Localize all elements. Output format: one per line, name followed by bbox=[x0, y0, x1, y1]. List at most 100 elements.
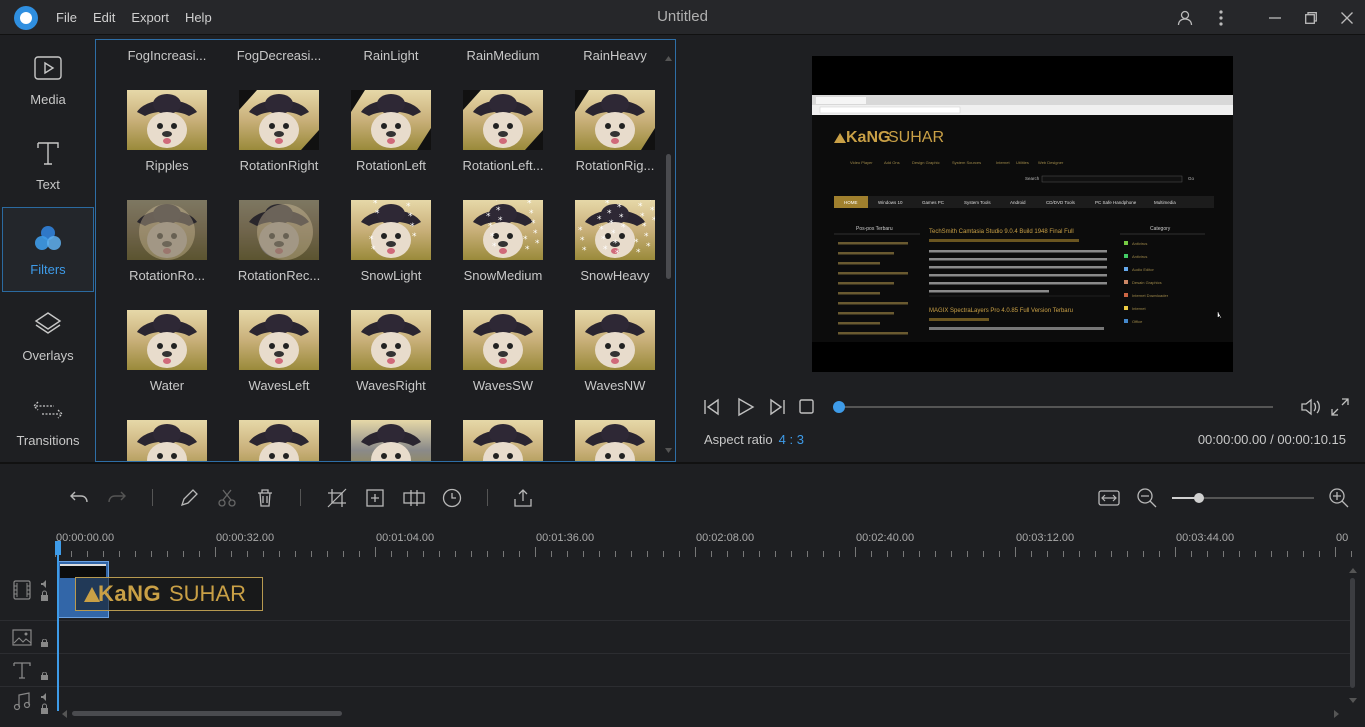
account-icon[interactable] bbox=[1167, 0, 1203, 35]
audio-track[interactable] bbox=[0, 687, 1350, 727]
lock-icon[interactable] bbox=[40, 639, 50, 647]
filter-item[interactable]: RainLight bbox=[332, 39, 444, 90]
filter-item[interactable]: Water bbox=[108, 310, 220, 420]
filter-thumbnail[interactable] bbox=[239, 420, 319, 461]
filter-scrollbar-thumb[interactable] bbox=[666, 154, 671, 279]
filter-item[interactable] bbox=[220, 420, 332, 461]
step-back-icon[interactable] bbox=[702, 398, 722, 416]
filter-item[interactable] bbox=[332, 420, 444, 461]
filter-item[interactable] bbox=[108, 420, 220, 461]
panel-divider[interactable] bbox=[0, 462, 1365, 464]
menu-file[interactable]: File bbox=[48, 0, 85, 35]
sidebar-item-media[interactable]: Media bbox=[2, 36, 94, 121]
filter-item[interactable]: FogIncreasi... bbox=[108, 39, 220, 90]
playhead-handle[interactable] bbox=[55, 541, 61, 557]
filter-item[interactable]: WavesLeft bbox=[220, 310, 332, 420]
filter-thumbnail[interactable] bbox=[127, 39, 207, 40]
lock-icon[interactable] bbox=[40, 672, 50, 680]
redo-icon[interactable] bbox=[104, 485, 130, 511]
minimize-icon[interactable] bbox=[1257, 0, 1293, 35]
duration-icon[interactable] bbox=[439, 485, 465, 511]
track-audio-lock-icons[interactable] bbox=[40, 692, 50, 716]
filter-thumbnail[interactable] bbox=[575, 420, 655, 461]
sidebar-item-transitions[interactable]: Transitions bbox=[2, 377, 94, 462]
filter-scrollbar[interactable] bbox=[666, 54, 671, 449]
zoom-frame-icon[interactable] bbox=[362, 485, 388, 511]
filter-thumbnail[interactable] bbox=[463, 310, 543, 370]
filter-thumbnail[interactable] bbox=[575, 39, 655, 40]
filter-item[interactable]: * * * * * * * * * * * * * * SnowMedium bbox=[444, 200, 556, 310]
scroll-up-icon[interactable] bbox=[665, 56, 672, 61]
volume-icon[interactable] bbox=[1300, 398, 1322, 416]
scroll-right-icon[interactable] bbox=[1334, 710, 1340, 718]
aspect-ratio-value[interactable]: 4 : 3 bbox=[779, 432, 804, 447]
filter-item[interactable]: WavesSW bbox=[444, 310, 556, 420]
filter-thumbnail[interactable]: ************************** bbox=[575, 200, 655, 260]
filter-thumbnail[interactable] bbox=[239, 90, 319, 150]
cut-icon[interactable] bbox=[214, 485, 240, 511]
timeline-h-scrollbar[interactable] bbox=[72, 711, 342, 716]
fit-timeline-icon[interactable] bbox=[1096, 485, 1122, 511]
filter-item[interactable]: * * * * * * * * SnowLight bbox=[332, 200, 444, 310]
fullscreen-icon[interactable] bbox=[1331, 398, 1349, 416]
scroll-down-icon[interactable] bbox=[665, 448, 672, 453]
stop-icon[interactable] bbox=[799, 399, 815, 415]
filter-item[interactable]: FogDecreasi... bbox=[220, 39, 332, 90]
play-icon[interactable] bbox=[735, 397, 755, 417]
zoom-slider-knob[interactable] bbox=[1193, 493, 1204, 503]
filter-item[interactable]: WavesRight bbox=[332, 310, 444, 420]
sidebar-item-text[interactable]: Text bbox=[2, 121, 94, 206]
menu-help[interactable]: Help bbox=[177, 0, 220, 35]
filter-item[interactable]: RotationRo... bbox=[108, 200, 220, 310]
image-track[interactable] bbox=[0, 621, 1350, 654]
close-icon[interactable] bbox=[1329, 0, 1365, 35]
undo-icon[interactable] bbox=[66, 485, 92, 511]
filter-thumbnail[interactable] bbox=[463, 420, 543, 461]
filter-item[interactable]: WavesNW bbox=[556, 310, 668, 420]
filter-item[interactable]: RotationLeft bbox=[332, 90, 444, 200]
filter-item[interactable]: RotationRight bbox=[220, 90, 332, 200]
filter-item[interactable] bbox=[444, 420, 556, 461]
timeline-ruler[interactable]: 00:00:00.00 00:00:32.00 00:01:04.00 00:01:3… bbox=[55, 527, 1355, 559]
filter-thumbnail[interactable] bbox=[239, 310, 319, 370]
filter-thumbnail[interactable] bbox=[351, 420, 431, 461]
more-options-icon[interactable] bbox=[1203, 0, 1239, 35]
filter-item[interactable]: RotationLeft... bbox=[444, 90, 556, 200]
maximize-icon[interactable] bbox=[1293, 0, 1329, 35]
sidebar-item-overlays[interactable]: Overlays bbox=[2, 292, 94, 377]
filter-thumbnail[interactable] bbox=[127, 420, 207, 461]
step-forward-icon[interactable] bbox=[767, 398, 787, 416]
filter-item[interactable]: RainHeavy bbox=[556, 39, 668, 90]
split-grid-icon[interactable] bbox=[401, 485, 427, 511]
filter-thumbnail[interactable] bbox=[575, 310, 655, 370]
playhead[interactable] bbox=[57, 541, 59, 711]
crop-icon[interactable] bbox=[324, 485, 350, 511]
filter-item[interactable]: RotationRig... bbox=[556, 90, 668, 200]
zoom-in-icon[interactable] bbox=[1326, 485, 1352, 511]
filter-thumbnail[interactable] bbox=[127, 200, 207, 260]
zoom-slider[interactable] bbox=[1172, 493, 1314, 503]
playback-progress[interactable] bbox=[833, 401, 1273, 413]
filter-item[interactable]: **************************SnowHeavy bbox=[556, 200, 668, 310]
filter-thumbnail[interactable] bbox=[351, 90, 431, 150]
playback-knob[interactable] bbox=[833, 401, 845, 413]
timeline-v-scrollbar[interactable] bbox=[1350, 578, 1355, 688]
track-audio-lock-icons[interactable] bbox=[40, 579, 50, 603]
video-preview[interactable]: KaNG SUHAR Video Player Add Ons Design Gra… bbox=[812, 56, 1233, 372]
filter-item[interactable]: RainMedium bbox=[444, 39, 556, 90]
filter-item[interactable] bbox=[556, 420, 668, 461]
menu-export[interactable]: Export bbox=[123, 0, 177, 35]
zoom-out-icon[interactable] bbox=[1134, 485, 1160, 511]
filter-item[interactable]: RotationRec... bbox=[220, 200, 332, 310]
filter-thumbnail[interactable] bbox=[239, 39, 319, 40]
filter-thumbnail[interactable] bbox=[463, 39, 543, 40]
sidebar-item-filters[interactable]: Filters bbox=[2, 207, 94, 292]
text-track[interactable] bbox=[0, 654, 1350, 687]
filter-thumbnail[interactable] bbox=[351, 39, 431, 40]
delete-icon[interactable] bbox=[252, 485, 278, 511]
filter-thumbnail[interactable] bbox=[127, 310, 207, 370]
export-share-icon[interactable] bbox=[510, 485, 536, 511]
filter-thumbnail[interactable] bbox=[127, 90, 207, 150]
filter-item[interactable]: Ripples bbox=[108, 90, 220, 200]
video-track[interactable]: KaNG SUHAR bbox=[0, 559, 1350, 621]
